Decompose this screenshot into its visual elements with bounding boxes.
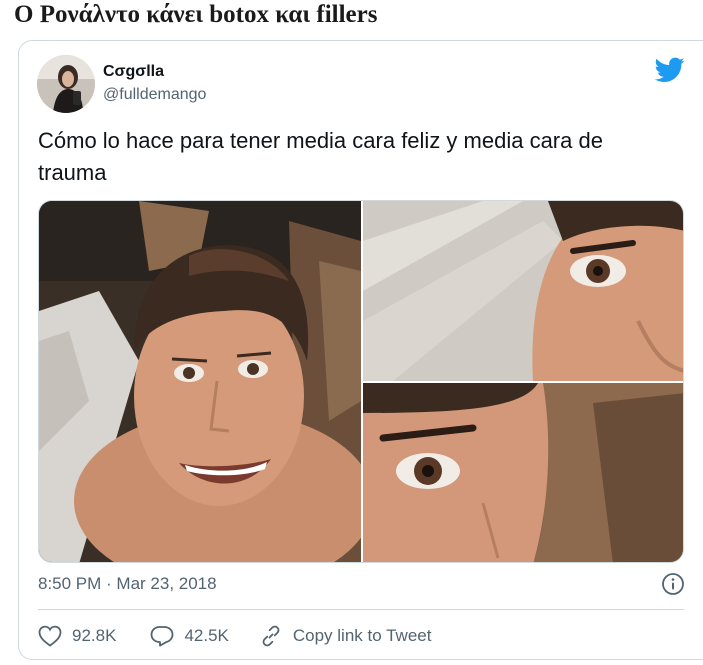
like-count: 92.8K [72, 626, 117, 645]
divider [38, 609, 684, 610]
reply-icon [150, 625, 174, 647]
like-button[interactable]: 92.8K [38, 625, 116, 647]
tweet-actions-bar: 92.8K 42.5K Copy link to Tweet [38, 623, 431, 649]
embedded-tweet-card[interactable]: Cσgσlla @fulldemango Cómo lo hace para t… [18, 40, 703, 660]
tweet-photo-bottom-right[interactable] [363, 383, 683, 562]
tweet-photo-main[interactable] [39, 201, 361, 562]
article-headline: Ο Ρονάλντο κάνει botox και fillers [14, 1, 378, 28]
tweet-timestamp[interactable]: 8:50 PM · Mar 23, 2018 [38, 574, 217, 594]
reply-count: 42.5K [184, 626, 229, 645]
twitter-bird-icon[interactable] [654, 57, 685, 83]
info-icon[interactable] [661, 572, 685, 596]
avatar[interactable] [37, 55, 95, 113]
tweet-photo-top-right[interactable] [363, 201, 683, 381]
tweet-media-grid[interactable] [38, 200, 684, 563]
user-handle[interactable]: @fulldemango [103, 86, 206, 104]
copy-link-label: Copy link to Tweet [292, 626, 432, 645]
copy-link-button[interactable]: Copy link to Tweet [259, 624, 432, 648]
reply-button[interactable]: 42.5K [150, 625, 229, 647]
link-icon [259, 624, 283, 648]
user-display-name[interactable]: Cσgσlla [103, 63, 164, 81]
heart-icon [38, 625, 62, 647]
tweet-text: Cómo lo hace para tener media cara feliz… [38, 128, 603, 185]
